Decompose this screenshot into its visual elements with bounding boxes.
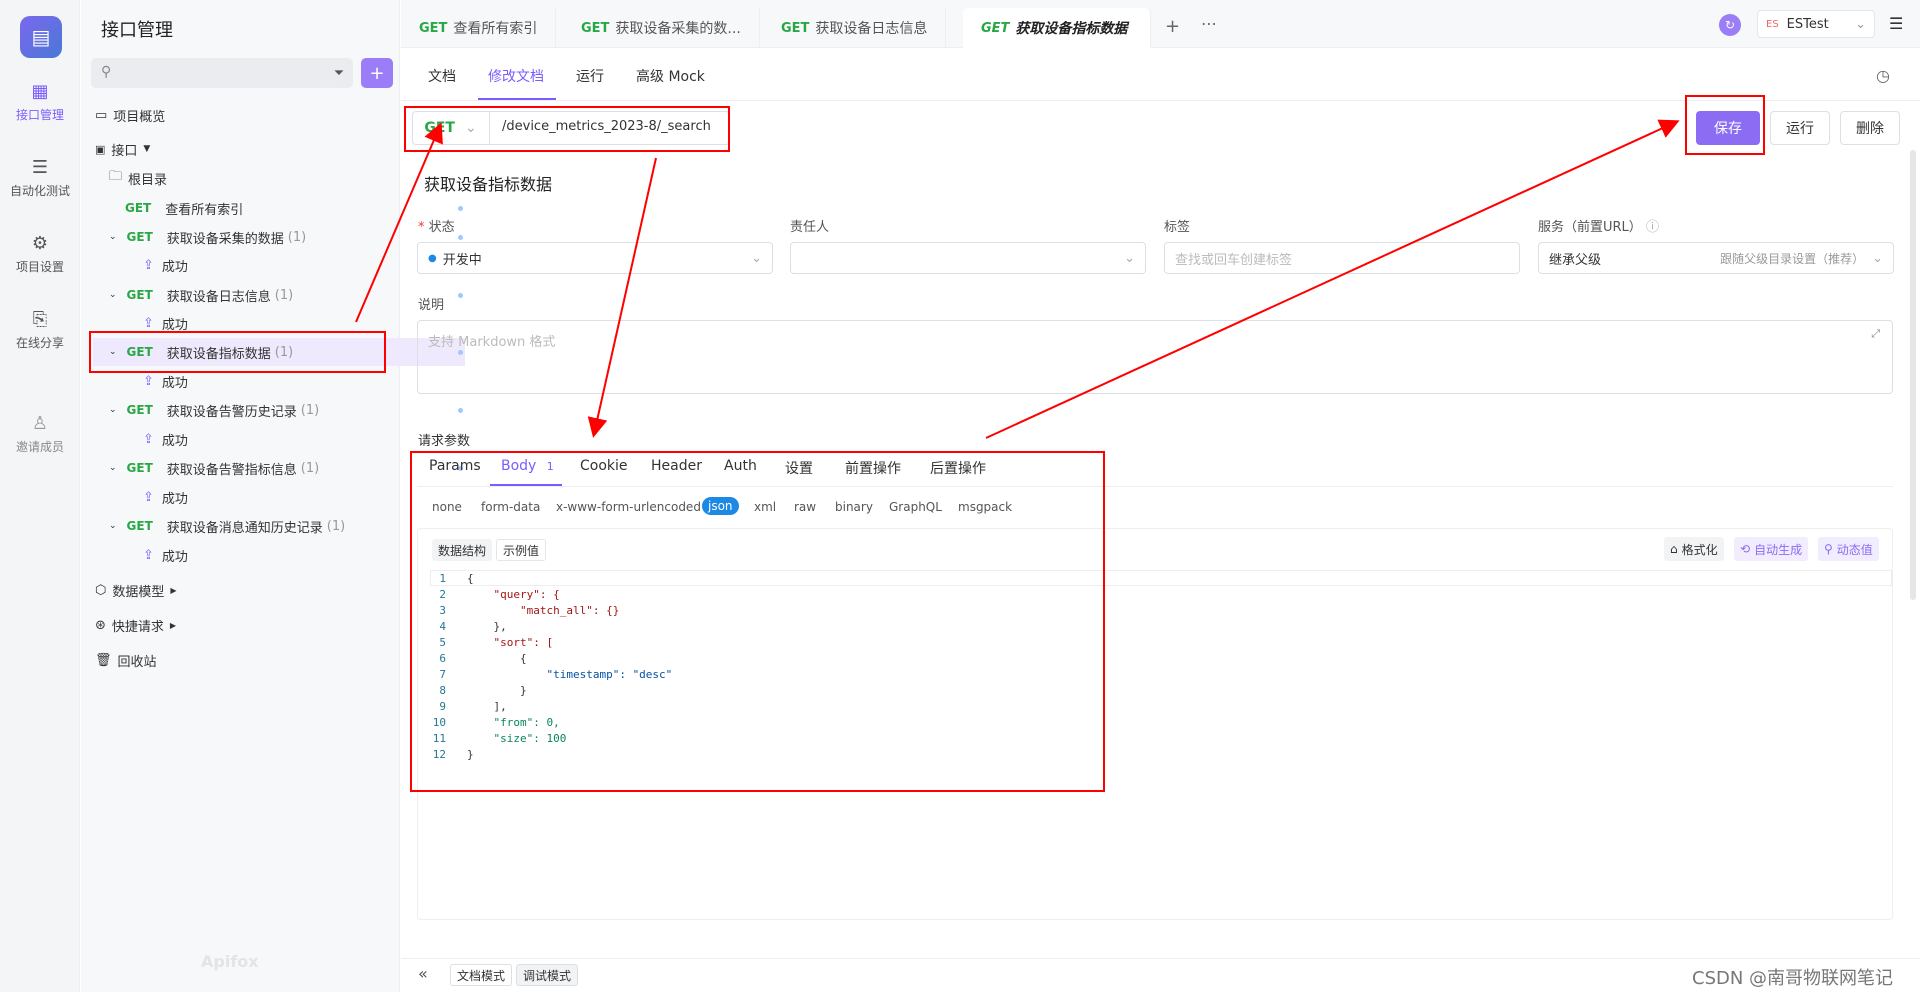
arrow-sidebar-to-url [355, 122, 443, 323]
arrow-body-to-save [985, 119, 1680, 439]
arrow-url-to-body [587, 157, 657, 438]
annotation-arrows [355, 119, 1680, 439]
